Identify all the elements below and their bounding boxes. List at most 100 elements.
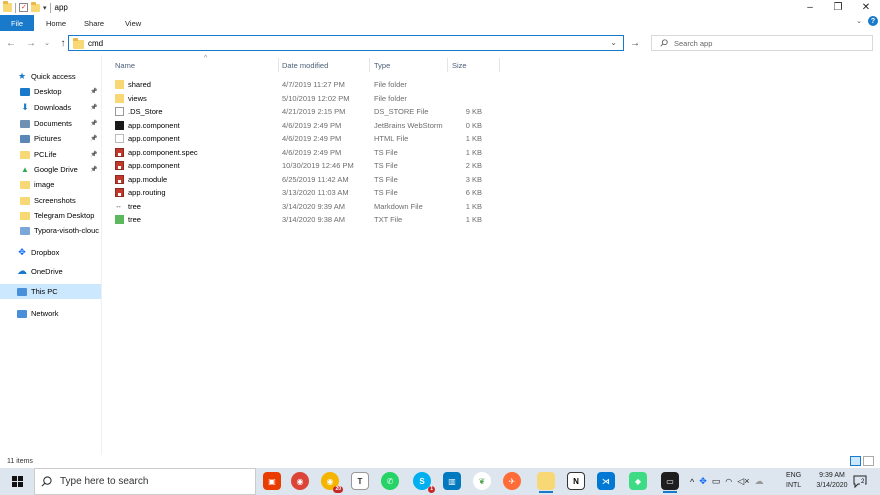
nav-item-label: OneDrive (31, 267, 63, 276)
forward-arrow-icon[interactable]: → (25, 38, 37, 49)
tab-share[interactable]: Share (75, 19, 113, 28)
nav-item-telegram-desktop[interactable]: Telegram Desktop (0, 208, 101, 223)
column-header-name[interactable]: Name (115, 61, 135, 70)
file-row[interactable]: app.routing 3/13/2020 11:03 AM TS File 6 KB (112, 186, 502, 199)
google-drive-icon: ▲ (21, 165, 29, 174)
new-folder-icon[interactable] (31, 1, 40, 12)
column-header-type[interactable]: Type (374, 61, 390, 70)
wifi-icon[interactable]: ◠ (725, 477, 732, 486)
back-arrow-icon[interactable]: ← (5, 38, 17, 49)
nav-item-pclife[interactable]: PCLife 📌 (0, 147, 101, 162)
file-row[interactable]: views 5/10/2019 12:02 PM File folder (112, 92, 502, 105)
nav-item-dropbox[interactable]: ✥ Dropbox (0, 245, 101, 260)
onedrive-icon[interactable]: ☁ (754, 476, 763, 487)
nav-item-downloads[interactable]: ⬇ Downloads 📌 (0, 100, 101, 115)
star-icon: ★ (17, 71, 27, 81)
language-indicator[interactable]: ENG INTL (786, 471, 806, 491)
skype-icon[interactable]: S1 (413, 472, 435, 493)
divider[interactable] (369, 58, 370, 72)
search-input[interactable]: Search app (651, 35, 873, 51)
dropbox-icon[interactable]: ✥ (699, 476, 707, 487)
file-row[interactable]: app.component 4/6/2019 2:49 PM JetBrains W… (112, 119, 502, 132)
file-date: 6/25/2019 11:42 AM (282, 174, 349, 184)
typora-icon[interactable]: T (351, 472, 369, 490)
keyboard-icon[interactable]: ▭ (712, 476, 721, 487)
details-view-icon[interactable] (850, 456, 861, 466)
chevron-down-icon[interactable]: ⌄ (856, 17, 862, 25)
taskbar-search[interactable]: Type here to search (34, 468, 256, 495)
column-header-date-modified[interactable]: Date modified (282, 61, 328, 70)
badge-count: 20 (333, 486, 343, 493)
column-header-size[interactable]: Size (452, 61, 467, 70)
nav-item-google-drive[interactable]: ▲ Google Drive 📌 (0, 162, 101, 177)
nav-item-desktop[interactable]: Desktop 📌 (0, 84, 101, 99)
file-row[interactable]: shared 4/7/2019 11:27 PM File folder (112, 78, 502, 91)
notification-center-icon[interactable]: 2 (852, 473, 868, 489)
postman-icon[interactable]: ✈ (503, 472, 521, 490)
nav-item-this-pc[interactable]: This PC (0, 284, 101, 299)
file-type: TS File (374, 161, 398, 170)
file-date: 5/10/2019 12:02 PM (282, 93, 350, 103)
pin-icon: 📌 (90, 89, 98, 95)
file-row[interactable]: .DS_Store 4/21/2019 2:15 PM DS_STORE File 9… (112, 105, 502, 118)
file-row[interactable]: app.component 10/30/2019 12:46 PM TS File 2… (112, 159, 502, 172)
address-input[interactable]: cmd (88, 39, 103, 48)
divider[interactable] (499, 58, 500, 72)
tab-view[interactable]: View (113, 19, 150, 28)
datetime[interactable]: 9:39 AM 3/14/2020 (810, 471, 854, 491)
vscode-icon[interactable]: ⋊ (597, 472, 615, 490)
windows-start-icon[interactable] (0, 468, 34, 495)
chrome-icon[interactable]: ◉ (291, 472, 309, 490)
customize-qa-icon[interactable]: ▾ (43, 4, 47, 12)
volume-icon[interactable]: ◁× (737, 476, 749, 487)
nav-item-label: image (34, 180, 55, 189)
file-row[interactable]: app.component.spec 4/6/2019 2:49 PM TS Fil… (112, 146, 502, 159)
nav-item-network[interactable]: Network (0, 306, 101, 321)
maximize-button[interactable]: ❐ (824, 0, 852, 15)
divider[interactable] (447, 58, 448, 72)
file-row[interactable]: app.module 6/25/2019 11:42 AM TS File 3 KB (112, 173, 502, 186)
tab-home[interactable]: Home (34, 19, 75, 28)
notion-icon[interactable]: N (567, 472, 585, 490)
large-icons-view-icon[interactable] (863, 456, 874, 466)
file-row[interactable]: app.component 4/6/2019 2:49 PM HTML File 1 … (112, 132, 502, 145)
nav-item-quick-access[interactable]: ★ Quick access (0, 69, 101, 84)
taskbar-search-placeholder: Type here to search (60, 476, 149, 487)
file-row[interactable]: ↔ tree 3/14/2020 9:39 AM Markdown File 1 KB (112, 200, 502, 213)
close-button[interactable]: ✕ (852, 0, 880, 15)
file-explorer-icon[interactable] (537, 472, 555, 493)
tab-file[interactable]: File (0, 15, 34, 31)
file-type: JetBrains WebStorm (374, 120, 443, 130)
cloud-icon: ☁ (17, 266, 27, 277)
divider[interactable] (278, 58, 279, 72)
nav-item-onedrive[interactable]: ☁ OneDrive (0, 264, 101, 279)
file-row[interactable]: tree 3/14/2020 9:38 AM TXT File 1 KB (112, 213, 502, 226)
mongodb-icon[interactable]: ❦ (473, 472, 491, 490)
nav-item-typora-visoth-clouc[interactable]: Typora-visoth-clouc (0, 223, 101, 238)
file-type: Markdown File (374, 201, 423, 211)
nav-item-documents[interactable]: Documents 📌 (0, 116, 101, 131)
address-bar[interactable]: cmd ⌄ (68, 35, 624, 51)
ribbon-right: ⌄ ? (856, 16, 878, 26)
file-date: 10/30/2019 12:46 PM (282, 161, 354, 170)
office-icon[interactable]: ▣ (263, 472, 281, 490)
nav-item-screenshots[interactable]: Screenshots (0, 193, 101, 208)
chevron-down-icon[interactable]: ⌄ (610, 38, 617, 47)
file-name: app.component (128, 161, 180, 170)
nav-item-pictures[interactable]: Pictures 📌 (0, 131, 101, 146)
properties-icon[interactable]: ✓ (19, 3, 28, 12)
divider (49, 2, 51, 13)
android-studio-icon[interactable]: ◆ (629, 472, 647, 490)
go-arrow-icon[interactable]: → (628, 36, 642, 50)
terminal-icon[interactable]: ▭ (661, 472, 679, 493)
trello-icon[interactable]: ▥ (443, 472, 461, 490)
recent-locations-icon[interactable]: ⌄ (41, 39, 53, 47)
chrome-canary-icon[interactable]: ◉ 20 (321, 472, 343, 493)
minimize-button[interactable]: – (796, 0, 824, 15)
column-headers: ^ Name Date modified Type Size (112, 55, 502, 72)
chevron-up-icon[interactable]: ^ (690, 477, 694, 487)
nav-item-image[interactable]: image (0, 177, 101, 192)
divider (15, 2, 16, 13)
help-icon[interactable]: ? (868, 16, 878, 26)
whatsapp-icon[interactable]: ✆ (381, 472, 399, 490)
